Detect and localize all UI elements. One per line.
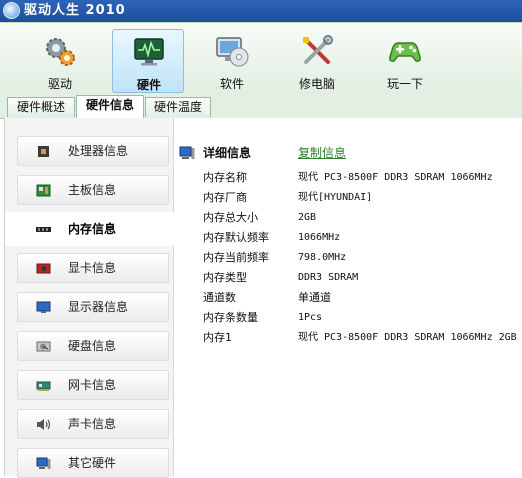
cpu-icon — [38, 146, 49, 157]
memory-detail-panel: 详细信息 复制信息 内存名称 现代 PC3-8500F DDR3 SDRAM 1… — [177, 118, 522, 476]
gears-icon — [46, 38, 75, 66]
detail-value: 2GB — [298, 212, 317, 223]
detail-value: 单通道 — [298, 291, 331, 304]
window-title: 驱动人生 2010 — [24, 3, 126, 18]
detail-value: 现代 PC3-8500F DDR3 SDRAM 1066MHz — [298, 172, 493, 183]
detail-value: 798.0MHz — [298, 252, 347, 263]
hard-disk-icon — [36, 341, 51, 352]
tab-hardware-temperature[interactable]: 硬件温度 — [145, 97, 211, 117]
tab-label: 硬件信息 — [85, 98, 134, 112]
sidebar-item-cpu[interactable]: 处理器信息 — [17, 136, 169, 166]
toolbar-play-label: 玩一下 — [386, 77, 423, 91]
computer-icon — [179, 146, 195, 159]
hardware-info-panel: 处理器信息 主板信息 内存信息 显卡信息 显示器信息 硬盘信息 网卡信息 声卡信… — [4, 118, 522, 478]
copy-info-link[interactable]: 复制信息 — [298, 144, 346, 161]
detail-value: 现代 PC3-8500F DDR3 SDRAM 1066MHz 2GB — [298, 332, 517, 343]
tab-label: 硬件温度 — [153, 100, 202, 114]
detail-key: 内存当前频率 — [203, 251, 269, 264]
toolbar-repair-label: 修电脑 — [298, 77, 335, 91]
toolbar-driver-label: 驱动 — [47, 77, 72, 91]
tab-hardware-info[interactable]: 硬件信息 — [76, 95, 144, 119]
detail-value: 现代[HYUNDAI] — [298, 192, 373, 203]
tools-icon — [303, 35, 333, 64]
computer-icon — [36, 457, 51, 469]
sidebar-item-label: 硬盘信息 — [68, 339, 117, 353]
detail-key: 内存1 — [203, 331, 232, 344]
sidebar-item-label: 处理器信息 — [68, 144, 129, 158]
detail-key: 内存名称 — [203, 171, 247, 184]
detail-key: 内存类型 — [203, 271, 247, 284]
detail-title: 详细信息 — [203, 146, 252, 160]
hardware-tab-strip: 硬件概述 硬件信息 硬件温度 — [0, 94, 522, 119]
sidebar-item-label: 主板信息 — [68, 183, 117, 197]
tab-label: 硬件概述 — [16, 100, 65, 114]
graphics-card-icon — [36, 263, 51, 274]
sidebar-item-sound-card[interactable]: 声卡信息 — [17, 409, 169, 439]
display-icon — [36, 301, 51, 313]
toolbar-software-button[interactable]: 软件 — [196, 29, 268, 93]
detail-key: 内存厂商 — [203, 191, 247, 204]
sidebar-item-label: 网卡信息 — [68, 378, 117, 392]
sidebar-item-graphics-card[interactable]: 显卡信息 — [17, 253, 169, 283]
tab-hardware-overview[interactable]: 硬件概述 — [7, 97, 75, 117]
detail-key: 内存总大小 — [203, 211, 258, 224]
detail-value: 1Pcs — [298, 312, 323, 323]
sidebar-item-display[interactable]: 显示器信息 — [17, 292, 169, 322]
toolbar-hardware-button[interactable]: 硬件 — [112, 29, 184, 93]
toolbar-driver-button[interactable]: 驱动 — [24, 29, 96, 93]
detail-key: 内存默认频率 — [203, 231, 269, 244]
network-card-icon — [36, 381, 51, 391]
monitor-pulse-icon — [134, 38, 164, 66]
sidebar-item-label: 其它硬件 — [68, 456, 117, 470]
detail-value: 1066MHz — [298, 232, 341, 243]
sidebar-item-motherboard[interactable]: 主板信息 — [17, 175, 169, 205]
sidebar-item-network-card[interactable]: 网卡信息 — [17, 370, 169, 400]
app-logo-icon — [3, 2, 20, 19]
memory-icon — [36, 227, 51, 232]
speaker-icon — [37, 419, 51, 430]
software-disc-icon — [216, 37, 249, 67]
title-bar[interactable]: 驱动人生 2010 — [0, 0, 522, 22]
sidebar-item-label: 显示器信息 — [68, 300, 129, 314]
sidebar-item-other-hardware[interactable]: 其它硬件 — [17, 448, 169, 478]
sidebar: 处理器信息 主板信息 内存信息 显卡信息 显示器信息 硬盘信息 网卡信息 声卡信… — [5, 118, 174, 478]
detail-key: 通道数 — [203, 291, 236, 304]
sidebar-item-label: 显卡信息 — [68, 261, 117, 275]
sidebar-item-hard-disk[interactable]: 硬盘信息 — [17, 331, 169, 361]
main-toolbar: 驱动 硬件 软件 修电脑 玩一下 — [0, 22, 522, 95]
toolbar-hardware-label: 硬件 — [136, 78, 161, 92]
sidebar-item-label: 内存信息 — [68, 222, 117, 236]
sidebar-item-memory[interactable]: 内存信息 — [5, 212, 174, 246]
gamepad-icon — [389, 42, 421, 62]
toolbar-repair-button[interactable]: 修电脑 — [281, 29, 353, 93]
sidebar-item-label: 声卡信息 — [68, 417, 117, 431]
toolbar-software-label: 软件 — [219, 77, 244, 91]
toolbar-play-button[interactable]: 玩一下 — [369, 29, 441, 93]
detail-key: 内存条数量 — [203, 311, 258, 324]
detail-value: DDR3 SDRAM — [298, 272, 359, 283]
motherboard-icon — [36, 184, 51, 197]
